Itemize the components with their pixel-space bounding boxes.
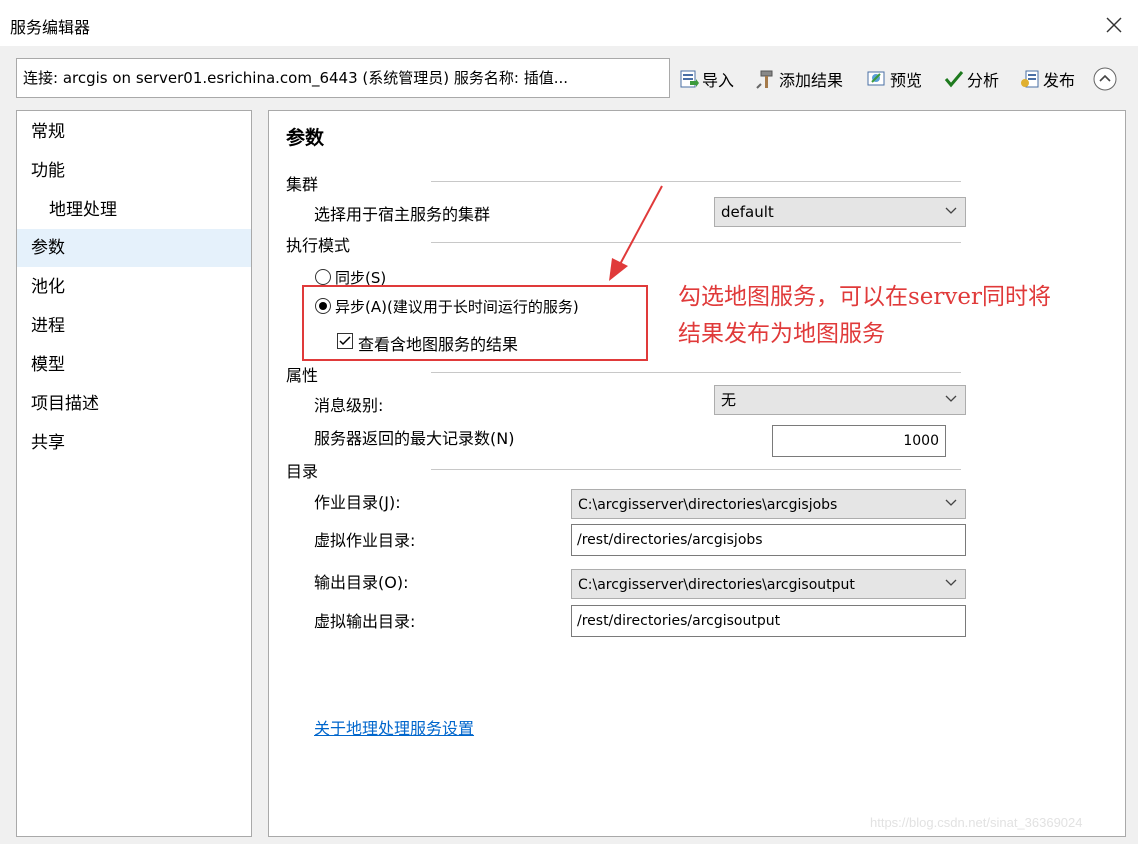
watermark: https://blog.csdn.net/sinat_36369024 — [870, 815, 1083, 830]
annotation-line: 勾选地图服务，可以在server同时将 — [678, 284, 1052, 310]
annotation-text: 勾选地图服务，可以在server同时将 结果发布为地图服务 — [678, 279, 1051, 353]
annotation-line: 结果发布为地图服务 — [678, 321, 885, 347]
annotation-arrow — [609, 185, 663, 281]
